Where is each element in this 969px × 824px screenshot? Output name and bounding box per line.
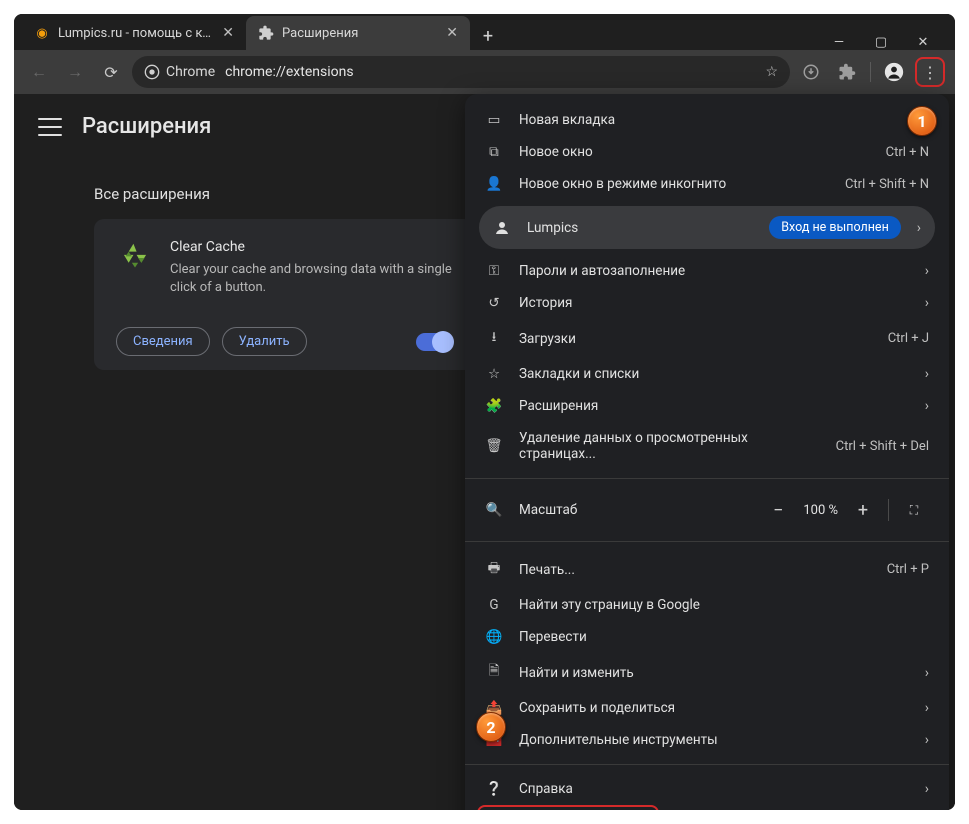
window-icon: ⧉ <box>485 144 503 160</box>
menu-history[interactable]: ↺История› <box>465 287 949 319</box>
menu-help[interactable]: ❔Справка› <box>465 773 949 805</box>
menu-incognito[interactable]: 👤Новое окно в режиме инкогнитоCtrl + Shi… <box>465 168 949 200</box>
downloads-icon[interactable] <box>796 57 826 87</box>
tab-strip: ◉ Lumpics.ru - помощь с компь ✕ Расширен… <box>14 14 955 50</box>
zoom-value: 100 % <box>793 503 848 518</box>
page-title: Расширения <box>82 114 211 139</box>
chevron-right-icon: › <box>925 263 929 279</box>
key-icon: ⚿ <box>485 263 503 279</box>
chevron-right-icon: › <box>917 220 921 236</box>
window-controls: — ▢ ✕ <box>829 29 947 50</box>
recycle-icon <box>116 239 154 277</box>
forward-button[interactable]: → <box>60 57 90 87</box>
menu-separator <box>465 478 949 479</box>
minimize-button[interactable]: — <box>829 35 849 50</box>
menu-downloads[interactable]: ⭳ЗагрузкиCtrl + J <box>465 319 949 358</box>
menu-profile[interactable]: Lumpics Вход не выполнен › <box>479 206 935 249</box>
menu-settings[interactable]: ⚙Настройки <box>465 805 949 810</box>
zoom-icon: 🔍 <box>485 502 503 518</box>
omnibox[interactable]: Chrome chrome://extensions ☆ <box>132 56 790 88</box>
chevron-right-icon: › <box>925 700 929 716</box>
menu-find-edit[interactable]: 🗎Найти и изменить› <box>465 653 949 692</box>
google-icon: G <box>485 597 503 613</box>
close-icon[interactable]: ✕ <box>222 25 234 41</box>
tab-title: Расширения <box>282 26 438 41</box>
omnibox-url: chrome://extensions <box>225 64 353 80</box>
trash-icon: 🗑 <box>485 438 503 454</box>
menu-separator <box>465 541 949 542</box>
toolbar-separator <box>870 62 871 82</box>
extension-card: Clear Cache Clear your cache and browsin… <box>94 219 474 370</box>
menu-extensions[interactable]: 🧩Расширения› <box>465 390 949 422</box>
tab-lumpics[interactable]: ◉ Lumpics.ru - помощь с компь ✕ <box>22 16 246 50</box>
menu-google-search[interactable]: GНайти эту страницу в Google <box>465 589 949 621</box>
chevron-right-icon: › <box>925 295 929 311</box>
new-tab-button[interactable]: + <box>474 22 502 50</box>
extension-icon <box>258 25 274 41</box>
extension-toggle[interactable] <box>416 333 452 351</box>
close-window-button[interactable]: ✕ <box>913 35 933 50</box>
menu-clear-data[interactable]: 🗑Удаление данных о просмотренных страниц… <box>465 422 949 470</box>
fullscreen-button[interactable]: ⛶ <box>899 495 929 525</box>
favicon-lumpics: ◉ <box>34 25 50 41</box>
menu-bookmarks[interactable]: ☆Закладки и списки› <box>465 358 949 390</box>
close-icon[interactable]: ✕ <box>446 25 458 41</box>
history-icon: ↺ <box>485 295 503 311</box>
translate-icon: 🌐 <box>485 629 503 645</box>
remove-button[interactable]: Удалить <box>222 327 307 356</box>
profile-icon[interactable] <box>879 57 909 87</box>
print-icon: 🖶 <box>485 558 503 581</box>
kebab-menu-button[interactable]: ⋮ <box>915 57 945 87</box>
menu-new-tab[interactable]: ▭Новая вкладка <box>465 104 949 136</box>
zoom-in-button[interactable]: + <box>848 495 878 525</box>
menu-zoom: 🔍 Масштаб − 100 % + ⛶ <box>465 487 949 533</box>
menu-separator <box>465 764 949 765</box>
toolbar: ← → ⟳ Chrome chrome://extensions ☆ ⋮ <box>14 50 955 94</box>
details-button[interactable]: Сведения <box>116 327 210 356</box>
chrome-scheme-icon: Chrome <box>144 64 215 80</box>
menu-more-tools[interactable]: 🧰Дополнительные инструменты› <box>465 724 949 756</box>
zoom-separator <box>888 499 889 521</box>
chevron-right-icon: › <box>925 781 929 797</box>
omnibox-prefix: Chrome <box>166 64 215 80</box>
menu-save-share[interactable]: 📤Сохранить и поделиться› <box>465 692 949 724</box>
tab-title: Lumpics.ru - помощь с компь <box>58 26 214 41</box>
chevron-right-icon: › <box>925 732 929 748</box>
extensions-icon[interactable] <box>832 57 862 87</box>
help-icon: ❔ <box>485 781 503 797</box>
download-icon: ⭳ <box>485 327 503 350</box>
extension-name: Clear Cache <box>170 239 452 255</box>
back-button[interactable]: ← <box>24 57 54 87</box>
puzzle-icon: 🧩 <box>485 398 503 414</box>
find-icon: 🗎 <box>485 661 503 684</box>
menu-new-window[interactable]: ⧉Новое окноCtrl + N <box>465 136 949 168</box>
incognito-icon: 👤 <box>485 176 503 192</box>
signin-badge: Вход не выполнен <box>769 216 901 239</box>
chevron-right-icon: › <box>925 665 929 681</box>
menu-print[interactable]: 🖶Печать...Ctrl + P <box>465 550 949 589</box>
chevron-right-icon: › <box>925 398 929 414</box>
chrome-menu: ▭Новая вкладка ⧉Новое окноCtrl + N 👤Ново… <box>465 94 949 810</box>
person-icon <box>493 219 511 237</box>
bookmark-star-icon[interactable]: ☆ <box>765 64 778 80</box>
hamburger-menu-icon[interactable] <box>38 118 62 136</box>
star-icon: ☆ <box>485 366 503 382</box>
extension-description: Clear your cache and browsing data with … <box>170 261 452 297</box>
zoom-out-button[interactable]: − <box>763 495 793 525</box>
menu-translate[interactable]: 🌐Перевести <box>465 621 949 653</box>
maximize-button[interactable]: ▢ <box>871 35 891 50</box>
reload-button[interactable]: ⟳ <box>96 57 126 87</box>
annotation-marker-2: 2 <box>476 712 506 742</box>
tab-extensions[interactable]: Расширения ✕ <box>246 16 470 50</box>
annotation-marker-1: 1 <box>907 106 937 136</box>
menu-passwords[interactable]: ⚿Пароли и автозаполнение› <box>465 255 949 287</box>
chevron-right-icon: › <box>925 366 929 382</box>
tab-icon: ▭ <box>485 112 503 128</box>
